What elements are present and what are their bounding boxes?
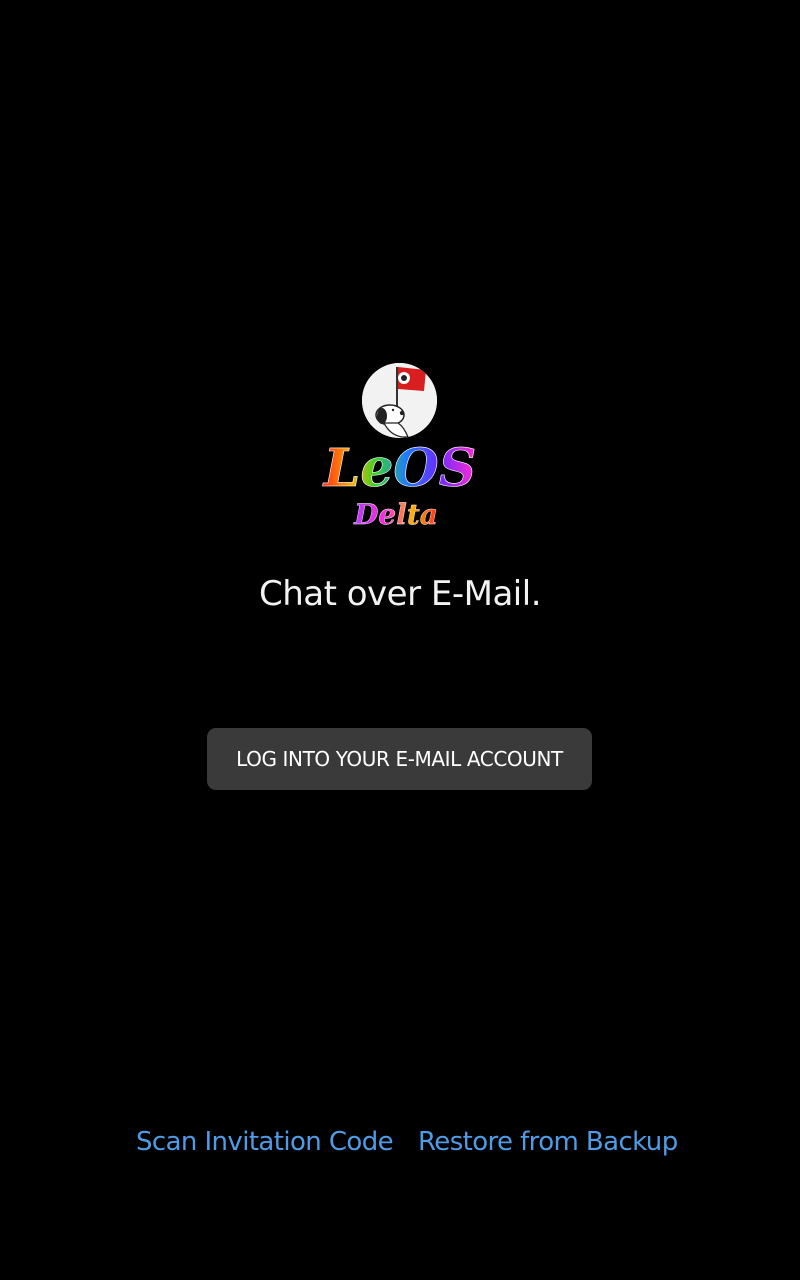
leos-delta-logo: LeOS Delta bbox=[321, 438, 477, 532]
restore-backup-link[interactable]: Restore from Backup bbox=[418, 1127, 678, 1157]
login-button[interactable]: LOG INTO YOUR E-MAIL ACCOUNT bbox=[207, 728, 592, 790]
app-logo: LeOS Delta bbox=[300, 430, 500, 540]
tagline: Chat over E-Mail. bbox=[258, 574, 542, 614]
logo-title: LeOS bbox=[322, 438, 477, 499]
logo-subtitle: Delta bbox=[353, 498, 438, 531]
scan-invitation-link[interactable]: Scan Invitation Code bbox=[136, 1127, 394, 1157]
snoopy-flag-icon bbox=[362, 363, 437, 438]
welcome-screen: LeOS Delta Chat over E-Mail. LOG INTO YO… bbox=[0, 0, 800, 1280]
app-avatar bbox=[362, 363, 437, 438]
